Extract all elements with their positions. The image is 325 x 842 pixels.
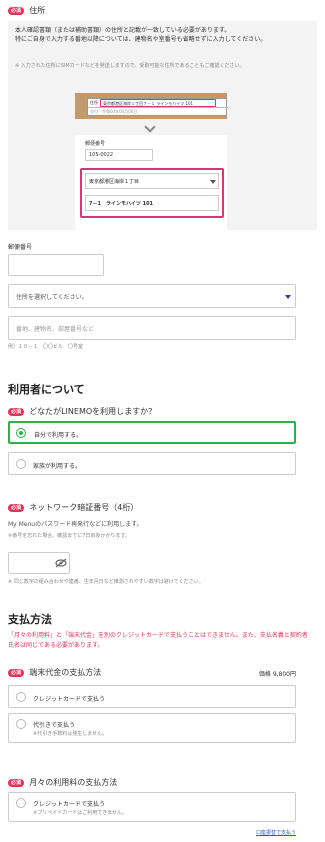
address-header: 必須 住所 [8, 5, 45, 16]
pin-note-2: ※ 同じ数字の組み合わせや連番、生年月日など推測されやすい数字は避けてください。 [8, 579, 204, 585]
user-option-family[interactable]: 家族が利用する。 [8, 452, 296, 475]
radio-selected-icon [16, 428, 26, 438]
doc-address: 東京都港区海岸１丁目７－１ ラインモハイツ 101 [103, 101, 194, 106]
chevron-down-icon [144, 121, 156, 133]
pin-note-1: ※番号を忘れた場合、確認までに7日目後かかります。 [8, 533, 130, 539]
radio-icon [16, 798, 26, 808]
illust-zip-label: 郵便番号 [85, 141, 106, 147]
form-illustration: 郵便番号 105-0022 東京都港区海岸１丁目 7－1 ラインモハイツ 101 [75, 135, 227, 230]
pin-title: ネットワーク暗証番号（4桁） [29, 503, 139, 512]
required-badge: 必須 [8, 408, 25, 416]
required-badge: 必須 [8, 669, 25, 677]
device-option-cod-sub: ※代引き手数料は発生しません。 [33, 731, 108, 737]
device-option-credit[interactable]: クレジットカードで支払う [8, 685, 296, 708]
required-badge: 必須 [8, 779, 25, 787]
illust-addr-1: 東京都港区海岸１丁目 [89, 179, 140, 185]
monthly-option-credit[interactable]: クレジットカードで支払う ※プリペイドカードはご利用できません。 [8, 792, 296, 822]
user-question: 必須 どなたがLINEMOを利用しますか？ [8, 406, 156, 417]
caret-down-icon [210, 180, 216, 184]
required-badge: 必須 [8, 504, 25, 512]
zip-input[interactable] [8, 254, 104, 276]
caret-down-icon [285, 295, 291, 299]
required-badge: 必須 [8, 7, 25, 15]
doc-date: 令和00年00月00日 [102, 109, 138, 114]
address-select[interactable]: 住所を選択してください。 [8, 284, 296, 308]
id-document-illustration: 住所 東京都港区海岸１丁目７－１ ラインモハイツ 101 交付 令和00年00月… [75, 93, 228, 119]
device-price: 価格 9,800円 [258, 671, 296, 678]
address-note: ※ 入力された住所にSIMカードなどを発送しますので、受取可能な住所であることも… [15, 63, 245, 69]
pin-header: 必須 ネットワーク暗証番号（4桁） [8, 502, 138, 513]
device-payment-title: 端末代金の支払方法 [29, 668, 102, 677]
illust-addr-2: 7－1 ラインモハイツ 101 [89, 201, 154, 207]
device-option-cod-label: 代引きで支払う [33, 722, 76, 729]
address-detail-input[interactable]: 番地、建物名、部屋番号など [8, 316, 296, 340]
bank-transfer-link[interactable]: 口座振替で支払う [236, 829, 296, 836]
monthly-payment-header: 必須 月々の利用料の支払方法 [8, 777, 117, 788]
device-option-cod[interactable]: 代引きで支払う ※代引き手数料は発生しません。 [8, 713, 296, 743]
device-option-credit-label: クレジットカードで支払う [33, 696, 106, 703]
address-desc-2: 特にご自身で入力する番地以降については、建物名や室番号も省略せずに入力してくださ… [15, 36, 267, 43]
zip-label: 郵便番号 [8, 244, 33, 251]
address-desc-1: 本人確認書類（または補助書類）の住所と記載が一致している必要があります。 [15, 27, 231, 34]
radio-icon [16, 692, 26, 702]
user-option-self-label: 自分で利用する。 [34, 432, 83, 439]
address-info-box: 本人確認書類（または補助書類）の住所と記載が一致している必要があります。 特にご… [8, 21, 317, 230]
monthly-payment-title: 月々の利用料の支払方法 [29, 778, 118, 787]
address-select-value: 住所を選択してください。 [16, 294, 88, 301]
doc-label: 住所 [90, 100, 98, 105]
illust-zip-value: 105-0022 [89, 152, 114, 158]
monthly-option-credit-sub: ※プリペイドカードはご利用できません。 [33, 810, 128, 816]
user-option-family-label: 家族が利用する。 [33, 463, 82, 470]
user-option-self[interactable]: 自分で利用する。 [8, 421, 296, 444]
user-section-title: 利用者について [8, 383, 85, 396]
pin-desc: My Menuのパスワード再発行などに利用します。 [8, 521, 143, 528]
user-question-text: どなたがLINEMOを利用しますか？ [29, 407, 157, 416]
address-example: 例）１０－１ 〇〇ビル 〇号室 [8, 344, 84, 350]
radio-icon [16, 719, 26, 729]
monthly-option-credit-label: クレジットカードで支払う [33, 801, 106, 808]
radio-icon [16, 459, 26, 469]
device-payment-header: 必須 端末代金の支払方法 [8, 667, 101, 678]
doc-label-2: 交付 [90, 109, 98, 114]
pin-input[interactable] [8, 552, 70, 574]
address-title: 住所 [29, 6, 46, 15]
eye-off-icon[interactable] [55, 558, 67, 568]
address-detail-placeholder: 番地、建物名、部屋番号など [16, 326, 95, 333]
payment-warning: 「月々の利用料」と「端末代金」を別のクレジットカードで支払うことはできません。ま… [8, 632, 308, 649]
payment-section-title: 支払方法 [8, 613, 52, 626]
